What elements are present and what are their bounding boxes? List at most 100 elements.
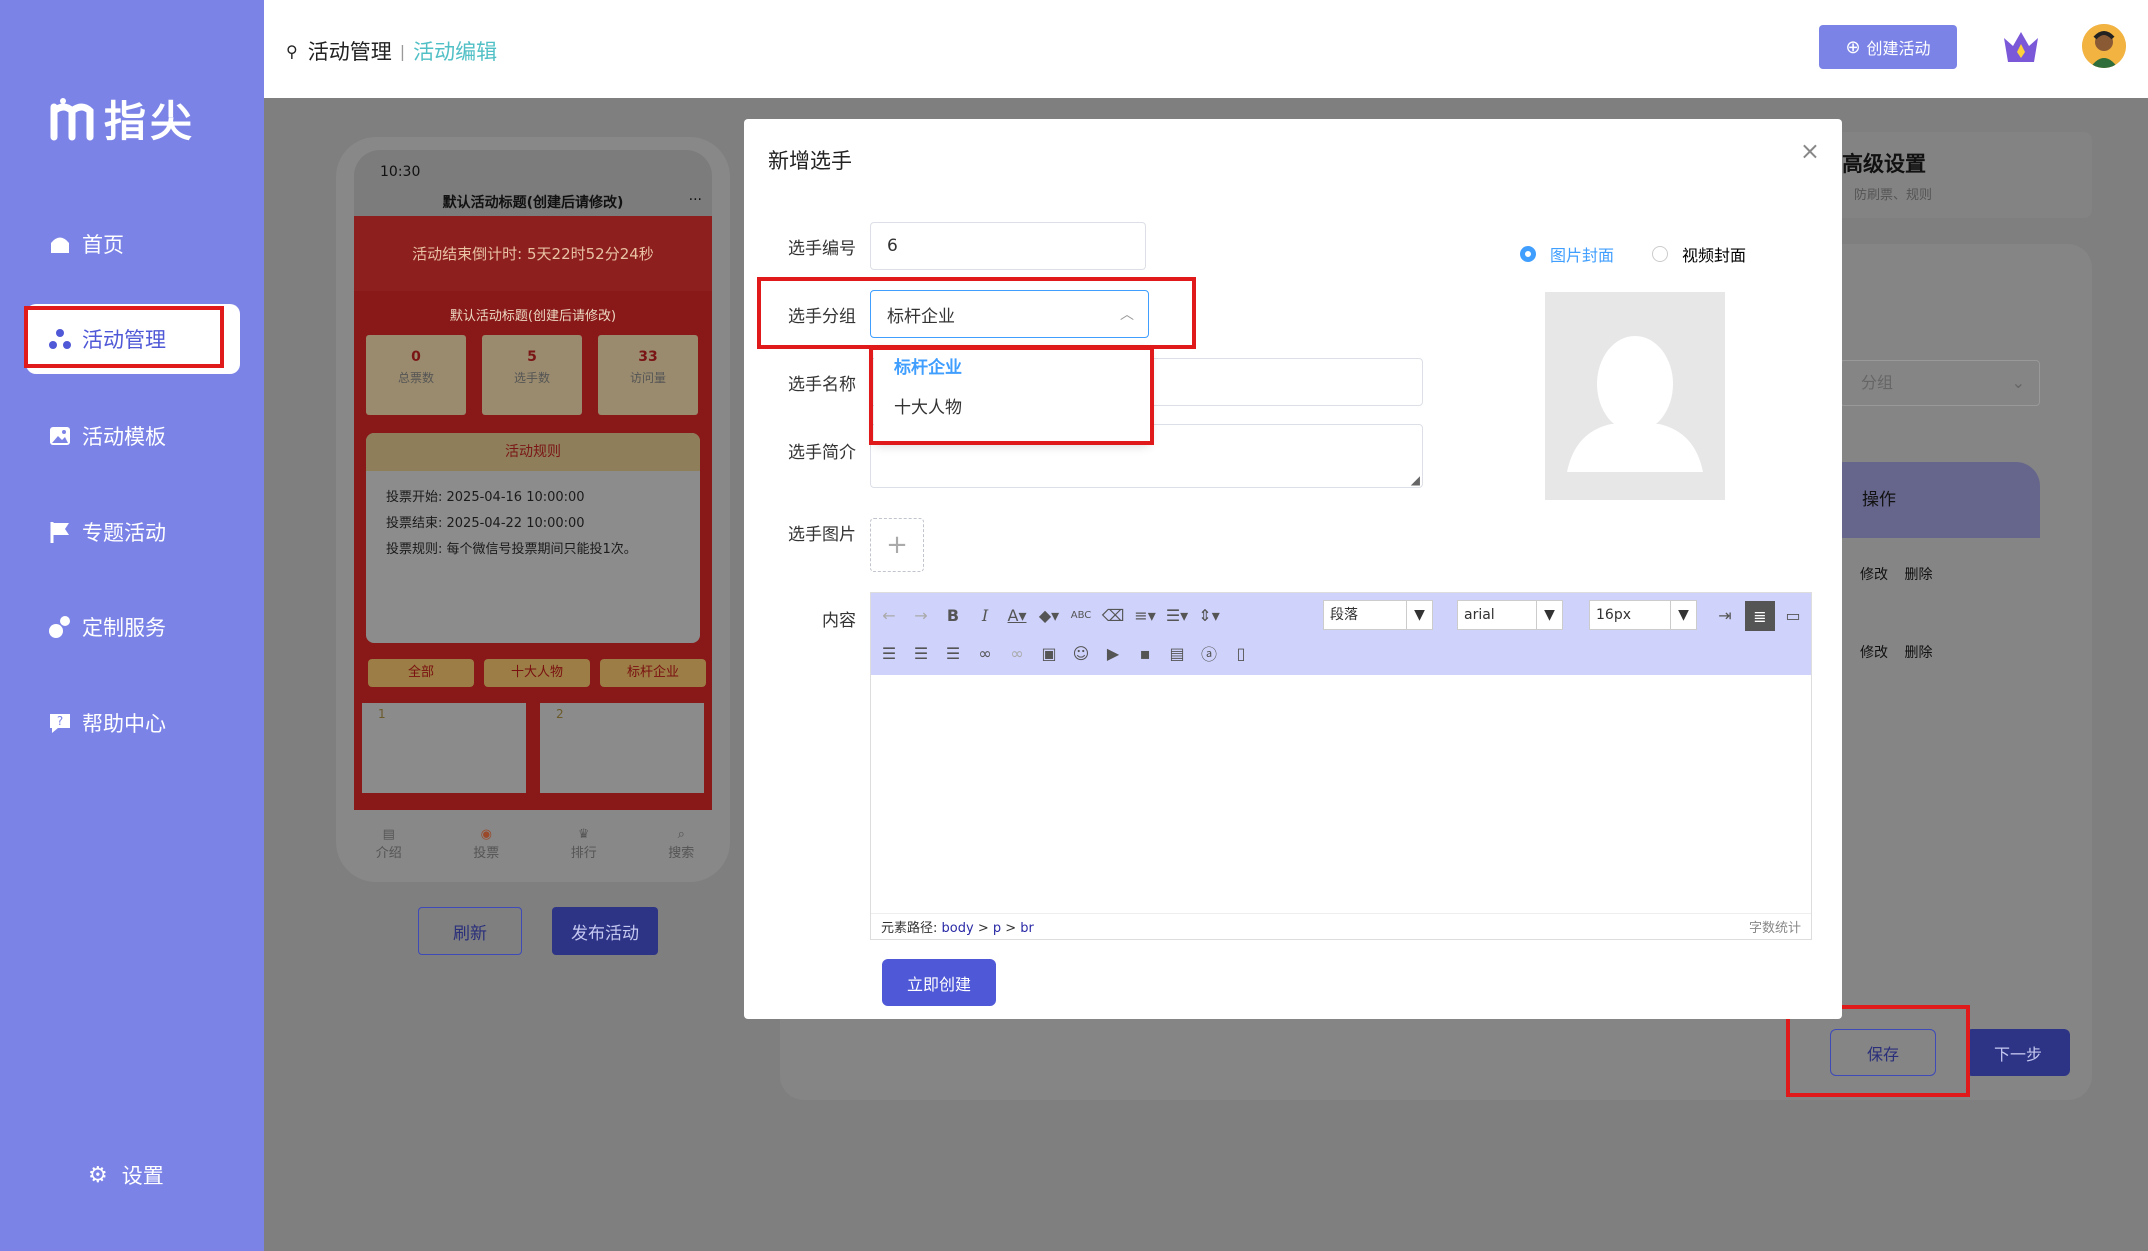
crown-icon[interactable]: [2001, 28, 2041, 66]
line-height-icon[interactable]: ⇕▾: [1197, 603, 1221, 627]
paragraph-select[interactable]: 段落 ▼: [1323, 600, 1433, 630]
resize-handle-icon[interactable]: ◢: [1411, 473, 1420, 487]
phone-preview-screen: 10:30 默认活动标题(创建后请修改) ··· 活动结束倒计时: 5天22时5…: [354, 150, 712, 810]
settings-label: 设置: [121, 1164, 164, 1188]
breadcrumb-separator: |: [399, 41, 406, 61]
phone-tab[interactable]: 全部: [368, 659, 474, 687]
sidebar-item-label: 帮助中心: [82, 712, 166, 736]
phone-nav-vote[interactable]: ◉ 投票: [473, 827, 499, 861]
eraser-icon[interactable]: ⌫: [1101, 603, 1125, 627]
settings-button[interactable]: ⚙ 设置: [88, 1160, 164, 1190]
delete-link[interactable]: 删除: [1904, 645, 1932, 661]
paste-icon[interactable]: ▤: [1165, 641, 1189, 665]
card-rank: 2: [556, 707, 564, 721]
name-label: 选手名称: [788, 375, 856, 395]
font-size-select[interactable]: 16px ▼: [1589, 600, 1697, 630]
align-center-icon[interactable]: ☰: [877, 641, 901, 665]
next-step-button[interactable]: 下一步: [1966, 1029, 2070, 1076]
publish-button[interactable]: 发布活动: [552, 907, 658, 955]
create-now-button[interactable]: 立即创建: [882, 959, 996, 1006]
template-icon[interactable]: ▯: [1229, 641, 1253, 665]
flag-icon: [50, 522, 69, 543]
preview-monitor-icon[interactable]: ▭: [1781, 603, 1805, 627]
group-filter-select[interactable]: 分组 ⌄: [1840, 360, 2040, 406]
align-justify-icon[interactable]: ☰: [941, 641, 965, 665]
sidebar-item-label: 定制服务: [82, 616, 166, 640]
cover-option-image[interactable]: 图片封面: [1520, 242, 1614, 266]
phone-bottom-nav: ▤ 介绍 ◉ 投票 ♛ 排行 ⌕ 搜索: [340, 810, 730, 878]
edit-link[interactable]: 修改: [1860, 645, 1888, 661]
image-icon: [50, 427, 70, 445]
align-right-icon[interactable]: ☰: [909, 641, 933, 665]
crown-icon: ♛: [577, 827, 590, 842]
breadcrumb-current: 活动编辑: [413, 40, 498, 64]
font-family-select[interactable]: arial ▼: [1457, 600, 1563, 630]
create-activity-label: 创建活动: [1866, 39, 1931, 58]
sidebar-item-label: 活动模板: [82, 425, 166, 449]
phone-tab[interactable]: 十大人物: [484, 659, 590, 687]
sidebar-item-custom-service[interactable]: 定制服务: [26, 592, 240, 662]
cover-image-placeholder[interactable]: [1545, 292, 1725, 500]
paragraph-value: 段落: [1330, 607, 1358, 623]
app-logo[interactable]: 指尖: [50, 88, 196, 149]
unordered-list-icon[interactable]: ☰▾: [1165, 603, 1189, 627]
background-color-icon[interactable]: ◆▾: [1037, 603, 1061, 627]
countdown-text: 活动结束倒计时: 5天22时52分24秒: [412, 245, 654, 263]
sidebar-item-special-activities[interactable]: 专题活动: [26, 497, 240, 567]
radio-label: 图片封面: [1550, 246, 1615, 265]
close-icon[interactable]: ×: [1800, 137, 1820, 165]
editor-content-area[interactable]: [871, 675, 1811, 915]
advanced-settings-subtitle: 防刷票、规则: [1854, 188, 1933, 203]
more-icon[interactable]: ···: [689, 192, 702, 208]
highlight-box: [757, 277, 1196, 349]
path-item[interactable]: br: [1020, 921, 1034, 936]
number-input[interactable]: 6: [870, 222, 1146, 270]
delete-link[interactable]: 删除: [1904, 567, 1932, 583]
ordered-list-icon[interactable]: ≡▾: [1133, 603, 1157, 627]
image-upload-button[interactable]: +: [870, 518, 924, 572]
link-icon[interactable]: ∞: [973, 641, 997, 665]
sidebar-item-activity-templates[interactable]: 活动模板: [26, 401, 240, 471]
help-icon: ?: [50, 714, 70, 733]
align-left-icon[interactable]: ≣: [1745, 601, 1775, 631]
phone-nav-rank[interactable]: ♛ 排行: [571, 827, 597, 861]
sidebar-item-home[interactable]: 首页: [26, 209, 240, 279]
italic-icon[interactable]: I: [973, 603, 997, 627]
sidebar-item-help-center[interactable]: ? 帮助中心: [26, 688, 240, 758]
stat-contestants: 5 选手数: [482, 335, 582, 415]
path-item[interactable]: body: [942, 921, 974, 936]
insert-video-icon[interactable]: ▶: [1101, 641, 1125, 665]
phone-tab[interactable]: 标杆企业: [600, 659, 706, 687]
sidebar: 指尖 首页 活动管理 活动模板 专题活动 定制服务 ? 帮助中心 ⚙ 设置: [0, 0, 264, 1251]
emoji-icon[interactable]: ☺: [1069, 641, 1093, 665]
bold-icon[interactable]: B: [941, 603, 965, 627]
refresh-button[interactable]: 刷新: [418, 907, 522, 955]
contestant-card[interactable]: 1: [362, 703, 526, 793]
contestant-card[interactable]: 2: [540, 703, 704, 793]
svg-text:?: ?: [57, 714, 63, 728]
create-activity-button[interactable]: ⊕ 创建活动: [1819, 25, 1957, 69]
text-box-icon[interactable]: ⓐ: [1197, 641, 1221, 665]
attachment-icon[interactable]: ▪: [1133, 641, 1157, 665]
avatar[interactable]: [2082, 24, 2126, 68]
cover-option-video[interactable]: 视频封面: [1652, 242, 1746, 266]
insert-image-icon[interactable]: ▣: [1037, 641, 1061, 665]
path-item[interactable]: p: [993, 921, 1001, 936]
image-label: 选手图片: [788, 525, 856, 545]
indent-icon[interactable]: ⇥: [1713, 603, 1737, 627]
undo-icon[interactable]: ←: [877, 603, 901, 627]
phone-body: 默认活动标题(创建后请修改) 0 总票数 5 选手数 33 访问量 活动规则 投…: [354, 291, 712, 810]
phone-nav-intro[interactable]: ▤ 介绍: [376, 827, 402, 861]
edit-link[interactable]: 修改: [1860, 567, 1888, 583]
font-color-icon[interactable]: A▾: [1005, 603, 1029, 627]
table-header-actions: 操作: [1840, 462, 2040, 538]
stat-visits: 33 访问量: [598, 335, 698, 415]
unlink-icon[interactable]: ∞: [1005, 641, 1029, 665]
highlight-box: [24, 306, 224, 368]
strikethrough-icon[interactable]: ABC: [1069, 603, 1093, 627]
redo-icon[interactable]: →: [909, 603, 933, 627]
advanced-settings-panel[interactable]: 高级设置 防刷票、规则: [1820, 132, 2092, 218]
breadcrumb-root[interactable]: 活动管理: [308, 36, 392, 66]
phone-nav-search[interactable]: ⌕ 搜索: [668, 827, 694, 861]
element-path-label: 元素路径:: [881, 921, 938, 936]
